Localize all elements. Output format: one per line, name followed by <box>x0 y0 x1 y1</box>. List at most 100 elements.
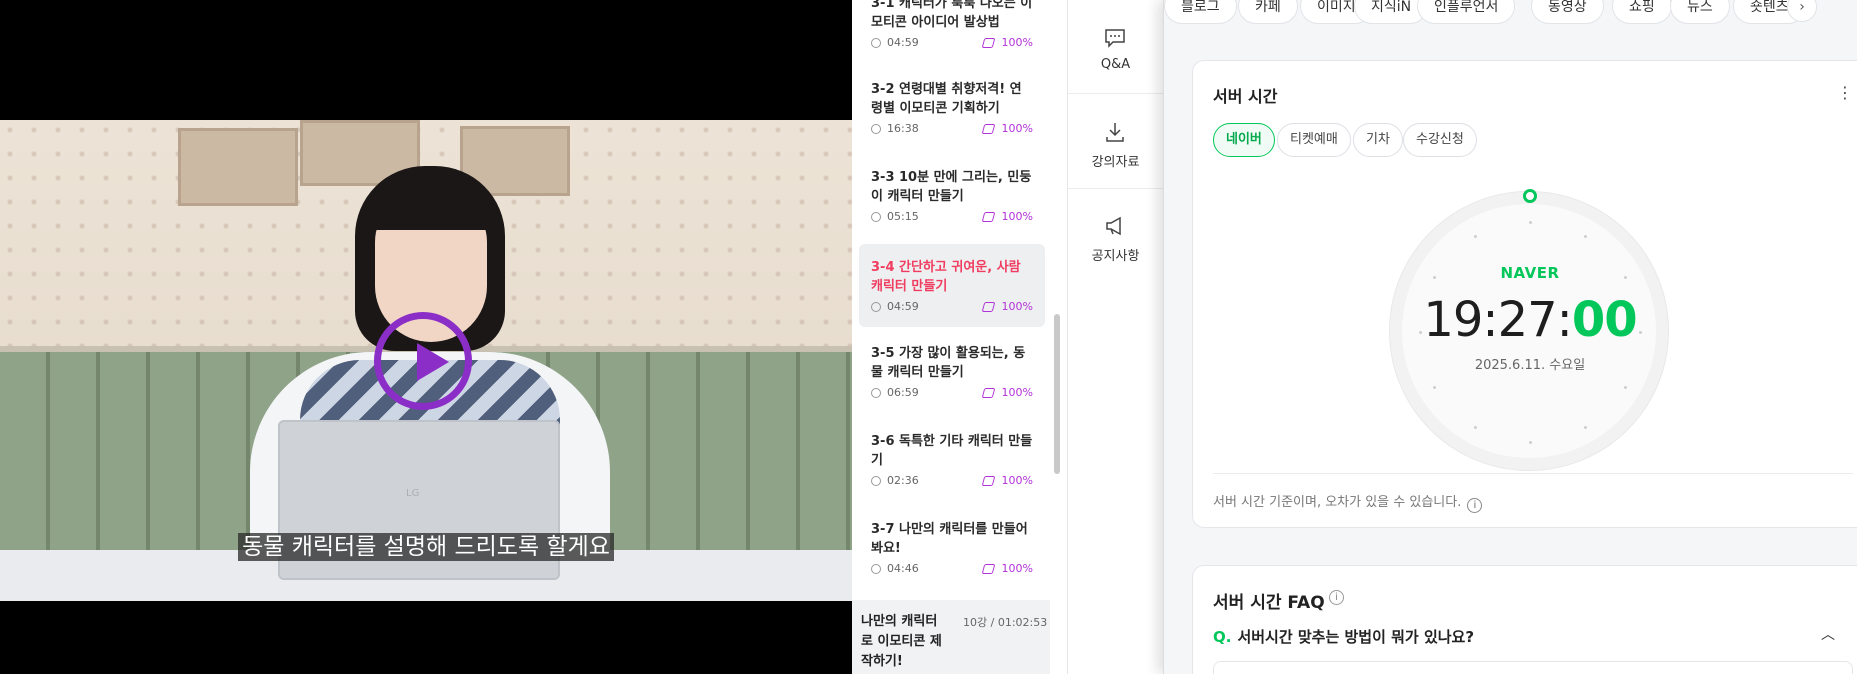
dial-second-knob <box>1523 189 1537 203</box>
download-icon <box>1106 123 1124 142</box>
lecture-duration: 05:15 <box>887 210 919 223</box>
info-icon[interactable]: i <box>1329 590 1344 605</box>
subtitle-bar: 동물 캐릭터를 설명해 드리도록 할게요 <box>0 527 852 561</box>
progress-icon <box>981 388 996 398</box>
faq-q-mark: Q. <box>1213 628 1232 646</box>
dial-tick <box>1623 385 1627 389</box>
info-icon[interactable]: i <box>1467 498 1483 513</box>
materials-button[interactable]: 강의자료 <box>1068 95 1163 189</box>
lecture-title: 3-1 캐릭터가 툭툭 나오는 이모티콘 아이디어 발상법 <box>871 0 1033 30</box>
lecture-progress: 100% <box>1001 474 1033 487</box>
clock-icon <box>871 388 881 398</box>
clock-icon <box>871 302 881 312</box>
naver-logo: NAVER <box>1500 264 1560 282</box>
dial-tick <box>1473 425 1477 429</box>
lecture-item[interactable]: 3-7 나만의 캐릭터를 만들어 봐요! 04:46 100% <box>859 520 1045 576</box>
progress-icon <box>981 564 996 574</box>
server-time-card: 서버 시간 ⋮ 네이버 티켓예매 기차 수강신청 NAVER 19:27:00 202… <box>1192 60 1857 528</box>
lecture-progress: 100% <box>1001 122 1033 135</box>
clock-icon <box>871 476 881 486</box>
screen: LG 동물 캐릭터를 설명해 드리도록 할게요 3-1 캐릭터가 툭툭 나오는 … <box>0 0 1857 674</box>
lecture-meta: 02:36 100% <box>871 474 1033 488</box>
lecture-meta: 16:38 100% <box>871 122 1033 136</box>
lecture-progress: 100% <box>1001 562 1033 575</box>
clock-icon <box>871 212 881 222</box>
faq-answer <box>1213 661 1853 674</box>
wall-picture <box>178 128 298 206</box>
video-player[interactable]: LG 동물 캐릭터를 설명해 드리도록 할게요 <box>0 0 852 674</box>
server-time-pill[interactable]: 티켓예매 <box>1277 123 1351 157</box>
server-time-pill[interactable]: 네이버 <box>1213 123 1275 157</box>
dial-tick <box>1473 235 1477 239</box>
lecture-meta: 04:59 100% <box>871 36 1033 50</box>
clock-hm: 19:27: <box>1423 292 1572 348</box>
clock-icon <box>871 564 881 574</box>
lecture-item[interactable]: 3-4 간단하고 귀여운, 사람 캐릭터 만들기 04:59 100% <box>859 244 1045 327</box>
notice-button[interactable]: 공지사항 <box>1068 190 1163 284</box>
lecture-duration: 16:38 <box>887 122 919 135</box>
lecture-duration: 04:59 <box>887 300 919 313</box>
dial-tick <box>1433 385 1437 389</box>
search-tab[interactable]: 인플루언서 <box>1417 0 1516 24</box>
divider <box>1213 473 1853 474</box>
faq-question-text: 서버시간 맞추는 방법이 뭐가 있나요? <box>1237 628 1475 646</box>
dial-tick <box>1583 425 1587 429</box>
lecture-duration: 06:59 <box>887 386 919 399</box>
dial-tick <box>1528 220 1532 224</box>
lecture-item[interactable]: 3-2 연령대별 취향저격! 연령별 이모티콘 기획하기 16:38 100% <box>859 80 1045 136</box>
play-icon <box>417 343 449 381</box>
side-menu: Q&A 강의자료 공지사항 <box>1068 0 1163 674</box>
play-button[interactable] <box>374 312 472 410</box>
lecture-progress: 100% <box>1001 36 1033 49</box>
lecture-item[interactable]: 3-3 10분 만에 그리는, 민둥이 캐릭터 만들기 05:15 100% <box>859 168 1045 224</box>
lecture-progress: 100% <box>1001 386 1033 399</box>
presenter-bangs <box>370 178 492 230</box>
lecture-list: 3-1 캐릭터가 툭툭 나오는 이모티콘 아이디어 발상법 04:59 100% 3-… <box>852 0 1068 674</box>
course-footer[interactable]: 나만의 캐릭터로 이모티콘 제작하기! 10강 / 01:02:53 <box>852 600 1050 674</box>
lecture-progress: 100% <box>1001 210 1033 223</box>
lecture-item[interactable]: 3-5 가장 많이 활용되는, 동물 캐릭터 만들기 06:59 100% <box>859 344 1045 400</box>
lecture-item[interactable]: 3-6 독특한 기타 캐릭터 만들기 02:36 100% <box>859 432 1045 488</box>
dial-tick <box>1528 440 1532 444</box>
kebab-menu-icon[interactable]: ⋮ <box>1837 83 1853 102</box>
faq-title: 서버 시간 FAQ <box>1213 593 1325 613</box>
server-date: 2025.6.11. 수요일 <box>1474 358 1586 373</box>
clock-icon <box>871 38 881 48</box>
search-tab[interactable]: 카페 <box>1238 0 1298 24</box>
lecture-title: 3-4 간단하고 귀여운, 사람 캐릭터 만들기 <box>871 260 1021 294</box>
lecture-meta: 06:59 100% <box>871 386 1033 400</box>
clock-icon <box>871 124 881 134</box>
server-clock: 19:27:00 <box>1390 292 1670 348</box>
server-time-title: 서버 시간 <box>1213 87 1278 106</box>
search-tab[interactable]: 쇼핑 <box>1612 0 1672 24</box>
qa-label: Q&A <box>1100 57 1131 72</box>
lecture-title: 3-5 가장 많이 활용되는, 동물 캐릭터 만들기 <box>871 346 1026 380</box>
chat-icon <box>1105 29 1125 48</box>
notice-label: 공지사항 <box>1091 249 1140 264</box>
search-tab[interactable]: 동영상 <box>1531 0 1604 24</box>
course-meta: 10강 / 01:02:53 <box>963 616 1048 629</box>
progress-icon <box>981 38 996 48</box>
lecture-duration: 04:59 <box>887 36 919 49</box>
progress-icon <box>981 476 996 486</box>
lecture-list-scrollbar[interactable] <box>1054 314 1060 474</box>
progress-icon <box>981 212 996 222</box>
naver-search-panel: 블로그카페이미지지식iN인플루언서동영상쇼핑뉴스숏텐츠 › ⋯ 서버 시간 ⋮ … <box>1163 0 1857 674</box>
lecture-title: 3-6 독특한 기타 캐릭터 만들기 <box>871 434 1033 468</box>
note-text: 서버 시간 기준이며, 오차가 있을 수 있습니다. <box>1213 495 1462 510</box>
lecture-duration: 04:46 <box>887 562 919 575</box>
lecture-meta: 04:46 100% <box>871 562 1033 576</box>
search-tab[interactable]: 뉴스 <box>1670 0 1730 24</box>
lecture-item[interactable]: 3-1 캐릭터가 툭툭 나오는 이모티콘 아이디어 발상법 04:59 100% <box>859 0 1045 50</box>
faq-question[interactable]: Q. 서버시간 맞추는 방법이 뭐가 있나요? <box>1213 626 1474 647</box>
lecture-meta: 05:15 100% <box>871 210 1033 224</box>
megaphone-icon <box>1106 216 1121 236</box>
server-time-pill[interactable]: 기차 <box>1353 123 1403 157</box>
server-time-pill[interactable]: 수강신청 <box>1403 123 1477 157</box>
more-menu-icon[interactable]: ⋯ <box>1831 0 1849 7</box>
chevron-up-icon[interactable]: ︿ <box>1821 624 1835 644</box>
progress-icon <box>981 302 996 312</box>
lecture-progress: 100% <box>1001 300 1033 313</box>
search-tab[interactable]: 블로그 <box>1164 0 1237 24</box>
qa-button[interactable]: Q&A <box>1068 0 1163 94</box>
